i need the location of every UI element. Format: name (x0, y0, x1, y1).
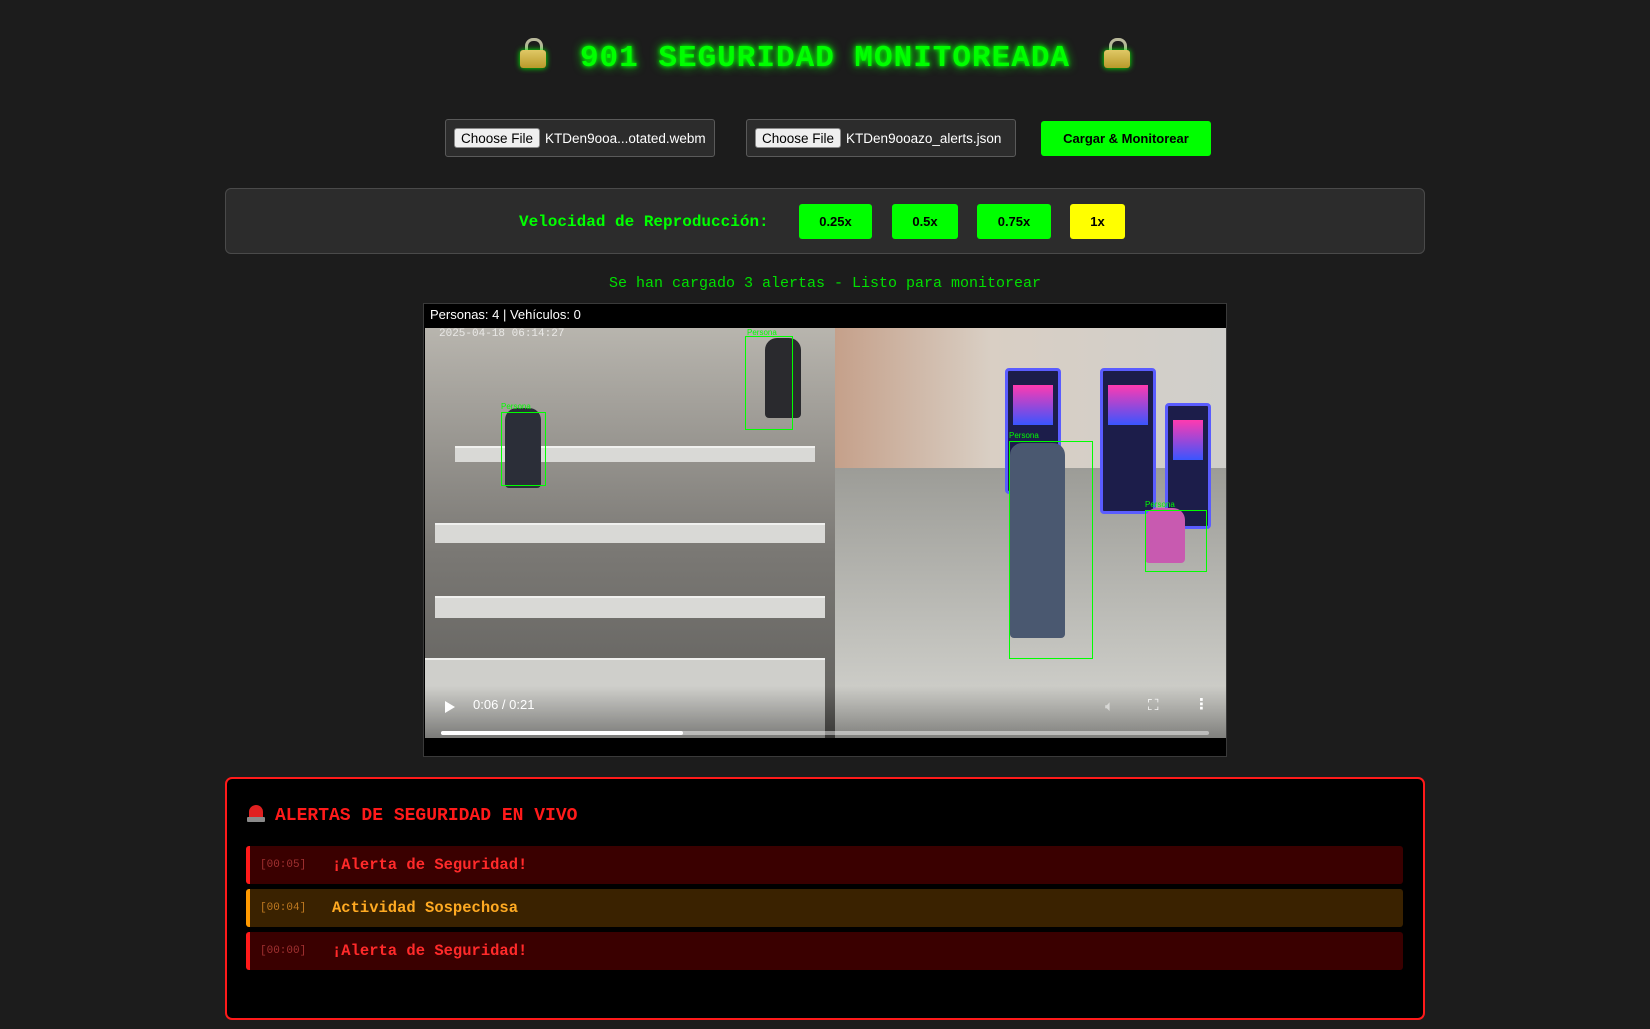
detection-label: Persona (747, 328, 777, 337)
volume-icon[interactable]: 🔈︎ (1105, 697, 1114, 715)
fullscreen-icon[interactable]: ⛶ (1148, 696, 1159, 714)
person-detection-box (745, 336, 793, 430)
person-detection-box (1145, 510, 1207, 572)
alert-item[interactable]: [00:05] ¡Alerta de Seguridad! (246, 846, 1403, 884)
lock-icon (1103, 38, 1130, 68)
alerts-filename: KTDen9ooazo_alerts.json (846, 130, 1002, 146)
video-timestamp: 2025-04-18 06:14:27 (439, 328, 565, 340)
choose-alerts-file-button[interactable]: Choose File (755, 128, 842, 148)
alerts-panel-title: ALERTAS DE SEGURIDAD EN VIVO (247, 803, 577, 826)
alert-item[interactable]: [00:04] Actividad Sospechosa (246, 889, 1403, 927)
siren-icon (247, 803, 265, 823)
alerts-file-input[interactable]: Choose File KTDen9ooazo_alerts.json (746, 119, 1016, 157)
video-player[interactable]: Personas: 4 | Vehículos: 0 2025-04-18 06… (423, 303, 1227, 757)
video-progress-fill (441, 731, 683, 735)
speed-button-0.25x[interactable]: 0.25x (799, 204, 872, 239)
playback-speed-label: Velocidad de Reproducción: (519, 213, 769, 231)
video-filename: KTDen9ooa...otated.webm (545, 130, 706, 146)
video-time-display: 0:06 / 0:21 (473, 697, 535, 712)
detection-counter: Personas: 4 | Vehículos: 0 (430, 307, 581, 322)
person-detection-box (501, 412, 546, 486)
status-message: Se han cargado 3 alertas - Listo para mo… (608, 275, 1042, 292)
alert-message: Actividad Sospechosa (332, 899, 519, 917)
page-title-text: 901 SEGURIDAD MONITOREADA (579, 41, 1071, 76)
speed-button-1x[interactable]: 1x (1070, 204, 1125, 239)
more-options-icon[interactable]: ⋮ (1194, 695, 1209, 713)
detection-label: Persona (1009, 431, 1039, 440)
alert-time: [00:05] (260, 859, 307, 871)
person-detection-box (1009, 441, 1093, 659)
video-file-input[interactable]: Choose File KTDen9ooa...otated.webm (445, 119, 715, 157)
choose-video-file-button[interactable]: Choose File (454, 128, 541, 148)
alerts-panel-title-text: ALERTAS DE SEGURIDAD EN VIVO (275, 806, 578, 826)
alert-message: ¡Alerta de Seguridad! (332, 856, 528, 874)
lock-icon (520, 38, 547, 68)
play-icon[interactable] (445, 701, 455, 713)
speed-button-0.5x[interactable]: 0.5x (892, 204, 958, 239)
alert-time: [00:00] (260, 945, 307, 957)
speed-button-0.75x[interactable]: 0.75x (977, 204, 1051, 239)
load-and-monitor-button[interactable]: Cargar & Monitorear (1041, 121, 1211, 156)
alert-time: [00:04] (260, 902, 307, 914)
video-progress-bar[interactable] (441, 731, 1209, 735)
detection-label: Persona (501, 402, 531, 411)
detection-label: Persona (1145, 500, 1175, 509)
alert-message: ¡Alerta de Seguridad! (332, 942, 528, 960)
page-title: 901 SEGURIDAD MONITOREADA (0, 38, 1650, 76)
alert-item[interactable]: [00:00] ¡Alerta de Seguridad! (246, 932, 1403, 970)
video-frame: 2025-04-18 06:14:27 Persona Persona Pers… (425, 328, 1226, 738)
